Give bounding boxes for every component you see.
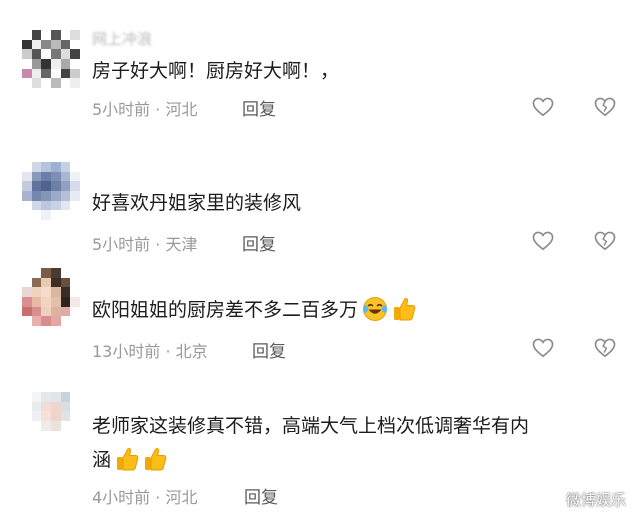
meta-separator: ·	[150, 488, 166, 507]
weibo-logo-icon	[543, 494, 561, 507]
comment-text-body: 涵	[92, 449, 112, 471]
watermark-text: 微博娱乐	[565, 491, 626, 509]
comment-text-line2: 涵	[92, 445, 612, 475]
meta-separator: ·	[150, 100, 166, 119]
comment-text: 老师家这装修真不错，高端大气上档次低调奢华有内	[92, 415, 530, 437]
thumbs-up-emoji	[394, 298, 416, 321]
comment-location: 天津	[165, 235, 198, 254]
username[interactable]: 网上冲浪	[92, 28, 152, 49]
reply-button[interactable]: 回复	[252, 337, 286, 362]
comment-location: 河北	[165, 488, 198, 507]
meta-separator: ·	[150, 235, 166, 254]
comment-text: 欧阳姐姐的厨房差不多二百多万	[92, 295, 612, 325]
thumbs-up-emoji	[145, 448, 167, 471]
weibo-watermark: 微博娱乐	[543, 489, 626, 510]
avatar[interactable]	[22, 268, 80, 326]
comment-time: 4小时前	[92, 488, 151, 507]
thumbs-up-emoji	[117, 448, 139, 471]
laughing-tears-emoji	[362, 297, 388, 321]
comment-meta: 13小时前 · 北京	[92, 338, 208, 362]
comment-text: 房子好大啊！厨房好大啊！，	[92, 60, 340, 82]
like-heart-icon[interactable]	[532, 97, 554, 117]
comment-time: 5小时前	[92, 235, 151, 254]
dislike-broken-heart-icon[interactable]	[594, 338, 616, 358]
avatar[interactable]	[22, 392, 80, 450]
dislike-broken-heart-icon[interactable]	[594, 231, 616, 251]
comment-time: 13小时前	[92, 342, 161, 361]
comment-time: 5小时前	[92, 100, 151, 119]
dislike-broken-heart-icon[interactable]	[594, 97, 616, 117]
like-heart-icon[interactable]	[532, 338, 554, 358]
reply-button[interactable]: 回复	[242, 230, 276, 255]
comment-meta: 4小时前 · 河北	[92, 484, 197, 508]
avatar[interactable]	[22, 162, 80, 220]
meta-separator: ·	[160, 342, 176, 361]
comment-text: 好喜欢丹姐家里的装修风	[92, 192, 302, 214]
reply-button[interactable]: 回复	[242, 95, 276, 120]
comment-location: 河北	[165, 100, 198, 119]
like-heart-icon[interactable]	[532, 231, 554, 251]
comment-text-body: 欧阳姐姐的厨房差不多二百多万	[92, 299, 359, 321]
comment-meta: 5小时前 · 河北	[92, 96, 197, 120]
avatar[interactable]	[22, 30, 80, 88]
comment-meta: 5小时前 · 天津	[92, 231, 197, 255]
reply-button[interactable]: 回复	[244, 483, 278, 508]
comment-location: 北京	[175, 342, 208, 361]
